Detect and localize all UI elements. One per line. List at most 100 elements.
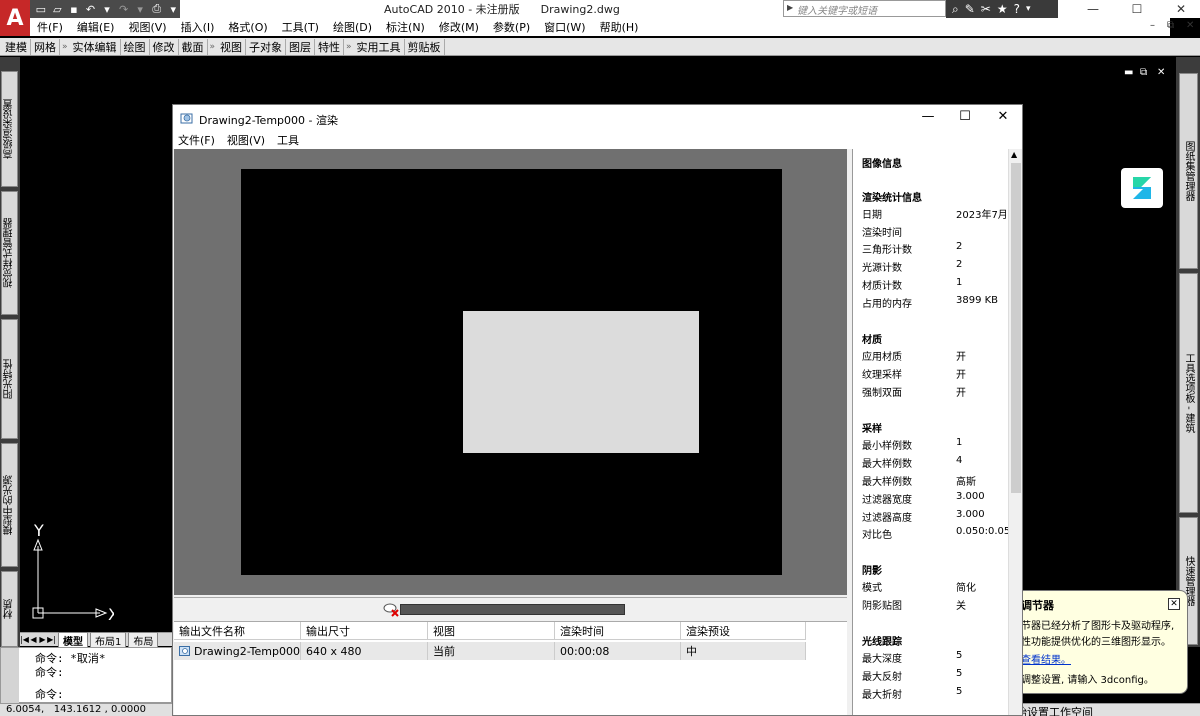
render-close-icon[interactable]: ✕ (988, 109, 1018, 124)
balloon-view-results-link[interactable]: 查看结果。 (1021, 651, 1071, 666)
menu-tools[interactable]: 工具(T) (275, 19, 326, 35)
render-image-viewport[interactable] (174, 149, 847, 595)
autocad-logo-icon[interactable]: A (0, 0, 30, 36)
toolbar-modify[interactable]: 修改 (150, 38, 179, 55)
balloon-close-icon[interactable]: ✕ (1168, 598, 1180, 610)
menu-dimension[interactable]: 标注(N) (379, 19, 432, 35)
palette-lights-in-model[interactable]: 模型中的光源 (1, 443, 18, 567)
doc-restore-icon[interactable]: ⧉ (1167, 20, 1174, 31)
toolbar-solid-editing[interactable]: 实体编辑 (70, 38, 121, 55)
scroll-up-icon[interactable]: ▲ (1011, 150, 1017, 159)
toolbar-overflow-icon[interactable]: » (344, 42, 354, 52)
menu-draw[interactable]: 绘图(D) (326, 19, 379, 35)
history-row[interactable]: Drawing2-Temp000 640 x 480 当前 00:00:08 中 (174, 642, 806, 660)
workspace-switch[interactable]: 始设置工作空间 (1016, 704, 1093, 716)
toolbar-layers[interactable]: 图层 (286, 38, 316, 55)
palette-advanced-render-settings[interactable]: 高级渲染设置 (1, 71, 18, 187)
toolbar-modeling[interactable]: 建模 (2, 38, 31, 55)
redo-icon[interactable]: ↷ (117, 2, 131, 16)
toolbar-overflow-icon[interactable]: » (208, 42, 218, 52)
toolbar-view[interactable]: 视图 (217, 38, 247, 55)
image-info-panel[interactable]: 图像信息 渲染统计信息 日期 2023年7月6 渲染时间 三角形计数 2 光源计数 2… (852, 149, 1022, 715)
palette-sun-properties[interactable]: 阳光特性 (1, 319, 18, 439)
undo-icon[interactable]: ↶ (84, 2, 98, 16)
render-minimize-icon[interactable]: — (913, 109, 943, 124)
menu-insert[interactable]: 插入(I) (174, 19, 222, 35)
history-col-preset[interactable]: 渲染预设 (681, 622, 806, 639)
history-col-size[interactable]: 输出尺寸 (301, 622, 428, 639)
toolbar-mesh[interactable]: 网格 (31, 38, 60, 55)
menu-help[interactable]: 帮助(H) (593, 19, 646, 35)
layout-first-icon[interactable]: |◀ (20, 635, 29, 644)
history-col-render-time[interactable]: 渲染时间 (555, 622, 681, 639)
redo-dropdown-icon[interactable]: ▾ (133, 2, 147, 16)
toolbar-draw[interactable]: 绘图 (121, 38, 150, 55)
layout-last-icon[interactable]: ▶| (47, 635, 56, 644)
menu-parameters[interactable]: 参数(P) (486, 19, 537, 35)
tab-model[interactable]: 模型 (58, 631, 88, 648)
communication-icon[interactable]: ✎ (965, 2, 975, 16)
favorites-star-icon[interactable]: ★ (997, 2, 1008, 16)
command-window-grip[interactable] (1, 648, 19, 704)
doc-minimize-icon[interactable]: – (1150, 20, 1155, 31)
minimize-window-icon[interactable]: — (1076, 0, 1110, 18)
menu-modify[interactable]: 修改(M) (432, 19, 486, 35)
undo-dropdown-icon[interactable]: ▾ (100, 2, 114, 16)
viewport-close-icon[interactable]: ✕ (1157, 67, 1165, 78)
cancel-render-icon[interactable] (382, 601, 400, 617)
render-menu-file[interactable]: 文件(F) (178, 132, 221, 148)
viewport-restore-icon[interactable]: ⧉ (1140, 67, 1147, 78)
palette-sheet-set-manager[interactable]: 图纸集管理器 (1179, 73, 1198, 269)
history-col-filename[interactable]: 输出文件名称 (174, 622, 301, 639)
menu-view[interactable]: 视图(V) (121, 19, 173, 35)
close-window-icon[interactable]: ✕ (1164, 0, 1198, 18)
layout-prev-icon[interactable]: ◀ (29, 635, 38, 644)
open-folder-icon[interactable]: ▱ (51, 2, 65, 16)
viewport-minimize-icon[interactable]: ▬ (1124, 67, 1133, 78)
info-label: 强制双面 (862, 388, 902, 399)
tab-layout1[interactable]: 布局1 (90, 631, 127, 648)
toolbar-clipboard[interactable]: 剪贴板 (405, 38, 445, 55)
info-value: 开 (956, 370, 966, 381)
command-history-line: 命令: (35, 666, 64, 679)
toolbar-properties[interactable]: 特性 (315, 38, 345, 55)
info-panel-scrollbar[interactable]: ▲ (1008, 149, 1022, 715)
toolbar-overflow-icon[interactable]: » (60, 42, 70, 52)
palette-materials[interactable]: 材质 (1, 571, 18, 647)
maximize-window-icon[interactable]: ☐ (1120, 0, 1154, 18)
render-teapot-icon (180, 113, 193, 124)
render-menu-view[interactable]: 视图(V) (227, 132, 271, 148)
help-search-input[interactable]: ▶ 键入关键字或短语 (783, 0, 946, 17)
menu-format[interactable]: 格式(O) (221, 19, 274, 35)
toolbar-utilities[interactable]: 实用工具 (354, 38, 405, 55)
layout-next-icon[interactable]: ▶ (38, 635, 47, 644)
doc-close-icon[interactable]: ✕ (1186, 20, 1194, 31)
toolbar-section[interactable]: 截面 (179, 38, 208, 55)
scrollbar-thumb[interactable] (1011, 163, 1021, 493)
toolbar-subobject[interactable]: 子对象 (246, 38, 287, 55)
render-menu-tools[interactable]: 工具 (277, 132, 305, 148)
new-file-icon[interactable]: ▭ (34, 2, 48, 16)
save-icon[interactable]: ▪ (67, 2, 81, 16)
coordinate-readout[interactable]: 6.0054, 143.1612 , 0.0000 (6, 704, 146, 715)
tools-icon[interactable]: ✂ (981, 2, 991, 16)
plot-icon[interactable]: ⎙ (150, 2, 164, 16)
menu-file[interactable]: 件(F) (30, 19, 70, 35)
palette-tool-palettes[interactable]: 工具选项板 - 建筑 (1179, 273, 1198, 513)
help-dropdown-icon[interactable]: ▾ (1026, 4, 1031, 14)
palette-visual-styles-manager[interactable]: 视觉样式管理器 (1, 191, 18, 315)
command-prompt[interactable]: 命令: (35, 686, 64, 702)
render-window-titlebar[interactable]: Drawing2-Temp000 - 渲染 — ☐ ✕ (173, 105, 1022, 131)
menu-edit[interactable]: 编辑(E) (70, 19, 122, 35)
render-maximize-icon[interactable]: ☐ (950, 109, 980, 124)
search-expand-icon[interactable]: ▶ (787, 3, 793, 12)
menu-window[interactable]: 窗口(W) (537, 19, 592, 35)
binoculars-icon[interactable]: ⌕ (952, 2, 959, 17)
tab-layout2[interactable]: 布局 (128, 631, 159, 648)
info-label: 最小样例数 (862, 441, 912, 452)
history-col-view[interactable]: 视图 (428, 622, 555, 639)
help-icon[interactable]: ? (1014, 2, 1020, 16)
command-window[interactable]: 命令: *取消* 命令: 命令: (0, 647, 172, 704)
qat-more-icon[interactable]: ▾ (167, 2, 181, 16)
floating-app-icon[interactable] (1121, 168, 1163, 208)
